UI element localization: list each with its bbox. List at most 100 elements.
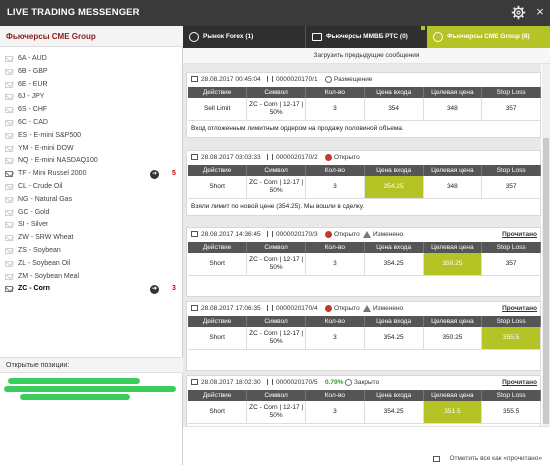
card-status: Закрыто bbox=[354, 379, 380, 386]
instrument-item[interactable]: NQ - E-mini NASDAQ100 bbox=[0, 155, 183, 168]
card-date: 28.08.2017 18:02:30 bbox=[201, 379, 261, 386]
app-title: LIVE TRADING MESSENGER bbox=[7, 7, 140, 18]
gear-icon[interactable] bbox=[511, 5, 526, 20]
column-header: Символ bbox=[246, 316, 306, 327]
mark-all-read-link[interactable]: Отметить все как «прочитано» bbox=[449, 455, 542, 462]
card-date: 28.08.2017 17:06:35 bbox=[201, 305, 261, 312]
instrument-item[interactable]: ZC - Corn ➜ 3 bbox=[0, 283, 183, 296]
instrument-label: ES - E-mini S&P500 bbox=[18, 131, 82, 139]
tab-cme[interactable]: Фьючерсы CME Group (8) bbox=[427, 26, 550, 48]
card-date: 28.08.2017 14:36:45 bbox=[201, 231, 261, 238]
envelope-icon bbox=[433, 456, 440, 462]
table-header: Действие Символ Кол-во Цена входа Целевая це… bbox=[188, 165, 541, 176]
instrument-item[interactable]: CL - Crude Oil bbox=[0, 181, 183, 194]
read-link[interactable]: Прочитано bbox=[502, 305, 537, 312]
card-header: 28.08.2017 03:03:33 0000020170/2 Открыто bbox=[187, 151, 540, 165]
column-header: Действие bbox=[188, 165, 248, 176]
barcode-icon bbox=[267, 379, 273, 385]
message-feed[interactable]: 28.08.2017 00:45:04 0000020170/1 Размещени… bbox=[183, 64, 541, 454]
column-header: Цена входа bbox=[364, 165, 424, 176]
sidebar-title: Фьючерсы CME Group bbox=[6, 32, 96, 41]
card-status: Открыто bbox=[334, 231, 360, 238]
instrument-label: CL - Crude Oil bbox=[18, 182, 63, 190]
instrument-label: TF - Mini Russel 2000 bbox=[18, 170, 87, 178]
card-status-changed: Изменено bbox=[373, 305, 404, 312]
order-table: Действие Символ Кол-во Цена входа Целевая це… bbox=[188, 390, 541, 424]
envelope-icon bbox=[5, 119, 13, 126]
card-note: Вход отложенным лимитным ордером на прод… bbox=[191, 124, 404, 132]
signal-card: 28.08.2017 03:03:33 0000020170/2 Открыто Де… bbox=[186, 150, 541, 216]
instrument-item[interactable]: ES - E-mini S&P500 bbox=[0, 130, 183, 143]
instrument-item[interactable]: 6J - JPY bbox=[0, 91, 183, 104]
column-header: Символ bbox=[246, 390, 306, 401]
column-header: Действие bbox=[188, 87, 248, 98]
app-window: LIVE TRADING MESSENGER × Фьючерсы CME Gr… bbox=[0, 0, 550, 465]
instrument-item[interactable]: 6B - GBP bbox=[0, 66, 183, 79]
instrument-item[interactable]: ZS - Soybean bbox=[0, 245, 183, 258]
arrow-right-icon[interactable]: ➜ bbox=[150, 285, 159, 295]
instrument-item[interactable]: TF - Mini Russel 2000 ➜ 5 bbox=[0, 168, 183, 181]
tab-forex[interactable]: Рынок Forex (1) bbox=[183, 26, 305, 48]
table-row: Sell Limit ZC - Corn | 12-17 | 50% 3 354 348… bbox=[188, 98, 541, 121]
table-cell: 348 bbox=[423, 98, 483, 121]
calendar-icon bbox=[191, 379, 198, 385]
order-table: Действие Символ Кол-во Цена входа Целевая це… bbox=[188, 316, 541, 350]
instrument-item[interactable]: ZL - Soybean Oil bbox=[0, 258, 183, 271]
instrument-item[interactable]: YM - E-mini DOW bbox=[0, 143, 183, 156]
column-header: Кол-во bbox=[305, 390, 365, 401]
card-header: 28.08.2017 18:02:30 0000020170/5 0.79% Закр… bbox=[187, 376, 540, 390]
tab-label: Рынок Forex (1) bbox=[203, 33, 254, 40]
envelope-icon bbox=[5, 158, 13, 165]
table-header: Действие Символ Кол-во Цена входа Целевая це… bbox=[188, 316, 541, 327]
instrument-item[interactable]: SI - Silver bbox=[0, 219, 183, 232]
arrow-right-icon[interactable]: ➜ bbox=[150, 170, 159, 180]
warning-icon bbox=[363, 305, 371, 312]
card-date: 28.08.2017 03:03:33 bbox=[201, 154, 261, 161]
close-icon[interactable]: × bbox=[533, 5, 547, 19]
tab-moex[interactable]: Фьючерсы ММВБ РТС (0) bbox=[305, 26, 427, 48]
column-header: Символ bbox=[246, 165, 306, 176]
table-cell: Short bbox=[188, 401, 248, 424]
envelope-icon bbox=[5, 94, 13, 101]
instrument-label: GC - Gold bbox=[18, 208, 50, 216]
open-positions-header: Открытые позиции: bbox=[0, 357, 183, 373]
unread-count: 5 bbox=[172, 170, 176, 178]
read-link[interactable]: Прочитано bbox=[502, 379, 537, 386]
instrument-item[interactable]: NG - Natural Gas bbox=[0, 194, 183, 207]
instrument-item[interactable]: 6A - AUD bbox=[0, 53, 183, 66]
read-link[interactable]: Прочитано bbox=[502, 231, 537, 238]
column-header: Целевая цена bbox=[423, 165, 483, 176]
feed-scroll-thumb[interactable] bbox=[543, 138, 549, 424]
instrument-list: 6A - AUD 6B - GBP 6E - EUR 6J - JPY 6S - CHF… bbox=[0, 53, 183, 296]
table-cell: ZC - Corn | 12-17 | 50% bbox=[246, 327, 306, 350]
load-previous-button[interactable]: Загрузить предыдущие сообщения bbox=[183, 48, 550, 64]
open-positions-list bbox=[0, 374, 183, 434]
card-status: Открыто bbox=[334, 305, 360, 312]
instrument-item[interactable]: GC - Gold bbox=[0, 207, 183, 220]
table-cell: 355.5 bbox=[481, 327, 541, 350]
barcode-icon bbox=[267, 76, 273, 82]
envelope-icon bbox=[5, 222, 13, 229]
instrument-label: YM - E-mini DOW bbox=[18, 144, 74, 152]
card-status-changed: Изменено bbox=[373, 231, 404, 238]
card-id: 0000020170/1 bbox=[276, 76, 318, 83]
table-cell: ZC - Corn | 12-17 | 50% bbox=[246, 98, 306, 121]
barcode-icon bbox=[267, 231, 273, 237]
card-id: 0000020170/5 bbox=[276, 379, 318, 386]
instrument-item[interactable]: 6C - CAD bbox=[0, 117, 183, 130]
calendar-icon bbox=[191, 76, 198, 82]
column-header: Stop Loss bbox=[481, 87, 541, 98]
column-header: Цена входа bbox=[364, 316, 424, 327]
instrument-item[interactable]: 6S - CHF bbox=[0, 104, 183, 117]
table-cell: ZC - Corn | 12-17 | 50% bbox=[246, 401, 306, 424]
open-status-icon bbox=[325, 231, 332, 238]
table-row: Short ZC - Corn | 12-17 | 50% 3 354.25 350.2… bbox=[188, 327, 541, 350]
table-cell: Short bbox=[188, 253, 248, 276]
instrument-item[interactable]: ZM - Soybean Meal bbox=[0, 271, 183, 284]
column-header: Кол-во bbox=[305, 165, 365, 176]
instrument-item[interactable]: 6E - EUR bbox=[0, 79, 183, 92]
instrument-item[interactable]: ZW - SRW Wheat bbox=[0, 232, 183, 245]
envelope-icon bbox=[5, 56, 13, 62]
instrument-label: ZC - Corn bbox=[18, 285, 50, 293]
card-status: Размещение bbox=[334, 76, 373, 83]
